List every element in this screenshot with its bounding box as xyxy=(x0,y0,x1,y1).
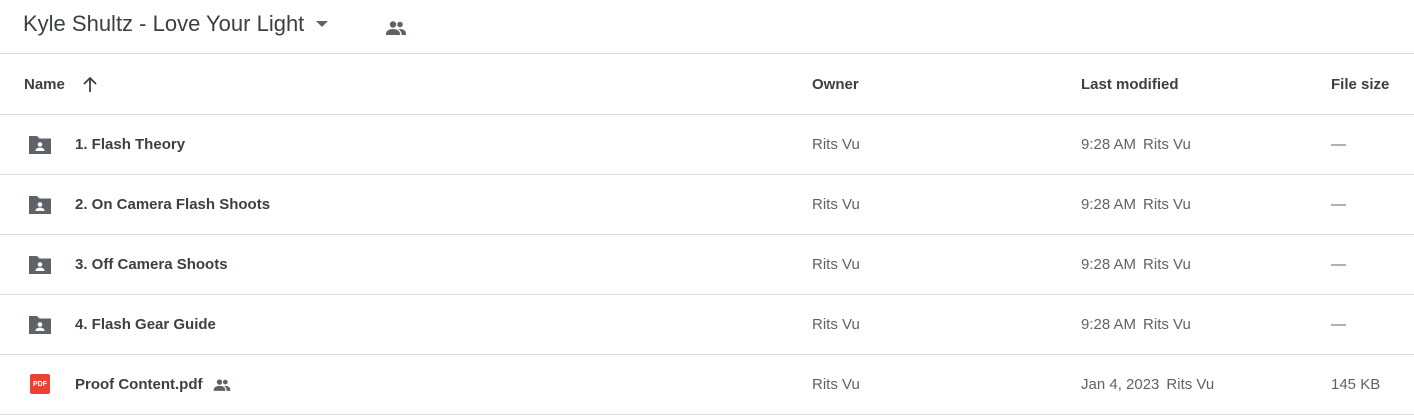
modified-time: 9:28 AM xyxy=(1081,316,1137,333)
file-row[interactable]: 2. On Camera Flash Shoots Rits Vu 9:28 A… xyxy=(0,175,1414,235)
modified-time: Jan 4, 2023 xyxy=(1081,376,1160,393)
owner-name: Rits Vu xyxy=(812,376,860,393)
folder-header: Kyle Shultz - Love Your Light xyxy=(0,0,1414,54)
owner-name: Rits Vu xyxy=(812,256,860,273)
modified-by: Rits Vu xyxy=(1143,196,1191,213)
people-icon xyxy=(212,375,232,395)
folder-title: Kyle Shultz - Love Your Light xyxy=(23,11,305,36)
file-name[interactable]: 3. Off Camera Shoots xyxy=(75,235,228,294)
file-size: — xyxy=(1331,196,1346,213)
column-header-owner[interactable]: Owner xyxy=(812,55,859,114)
file-row[interactable]: 1. Flash Theory Rits Vu 9:28 AM Rits Vu … xyxy=(0,115,1414,175)
file-size: — xyxy=(1331,136,1346,153)
file-name[interactable]: 1. Flash Theory xyxy=(75,115,185,174)
modified-time: 9:28 AM xyxy=(1081,136,1137,153)
last-modified: Jan 4, 2023 Rits Vu xyxy=(1081,355,1214,414)
column-header-last-modified[interactable]: Last modified xyxy=(1081,55,1179,114)
file-name: Proof Content.pdf xyxy=(75,376,203,393)
column-header-row: Name Owner Last modified File size xyxy=(0,55,1414,115)
arrow-upward-icon[interactable] xyxy=(81,76,99,94)
modified-by: Rits Vu xyxy=(1143,256,1191,273)
last-modified: 9:28 AM Rits Vu xyxy=(1081,115,1191,174)
owner-name: Rits Vu xyxy=(812,136,860,153)
pdf-badge-label: PDF xyxy=(33,380,47,388)
file-size: — xyxy=(1331,256,1346,273)
shared-folder-icon xyxy=(27,253,53,277)
pdf-icon: PDF xyxy=(30,374,50,394)
people-icon[interactable] xyxy=(384,16,408,40)
column-header-file-size[interactable]: File size xyxy=(1331,55,1389,114)
modified-time: 9:28 AM xyxy=(1081,256,1137,273)
column-header-name[interactable]: Name xyxy=(24,55,99,114)
arrow-drop-down-icon xyxy=(316,20,329,28)
last-modified: 9:28 AM Rits Vu xyxy=(1081,235,1191,294)
shared-folder-icon xyxy=(27,133,53,157)
modified-time: 9:28 AM xyxy=(1081,196,1137,213)
file-row[interactable]: PDF Proof Content.pdf Rits Vu Jan 4, 202… xyxy=(0,355,1414,415)
modified-by: Rits Vu xyxy=(1166,376,1215,393)
owner-name: Rits Vu xyxy=(812,316,860,333)
column-header-file-size-label: File size xyxy=(1331,76,1390,93)
file-name[interactable]: 2. On Camera Flash Shoots xyxy=(75,175,270,234)
owner-name: Rits Vu xyxy=(812,196,860,213)
column-header-owner-label: Owner xyxy=(812,76,859,93)
file-name[interactable]: 4. Flash Gear Guide xyxy=(75,295,216,354)
file-size: — xyxy=(1331,316,1346,333)
modified-by: Rits Vu xyxy=(1143,316,1191,333)
shared-folder-icon xyxy=(27,313,53,337)
shared-folder-icon xyxy=(27,193,53,217)
file-name-wrap[interactable]: Proof Content.pdf xyxy=(75,355,232,414)
last-modified: 9:28 AM Rits Vu xyxy=(1081,295,1191,354)
column-header-last-modified-label: Last modified xyxy=(1081,76,1179,93)
file-row[interactable]: 3. Off Camera Shoots Rits Vu 9:28 AM Rit… xyxy=(0,235,1414,295)
modified-by: Rits Vu xyxy=(1143,136,1191,153)
file-size: 145 KB xyxy=(1331,376,1381,393)
column-header-name-label: Name xyxy=(24,76,65,93)
folder-title-menu[interactable]: Kyle Shultz - Love Your Light xyxy=(13,4,338,44)
last-modified: 9:28 AM Rits Vu xyxy=(1081,175,1191,234)
file-row[interactable]: 4. Flash Gear Guide Rits Vu 9:28 AM Rits… xyxy=(0,295,1414,355)
